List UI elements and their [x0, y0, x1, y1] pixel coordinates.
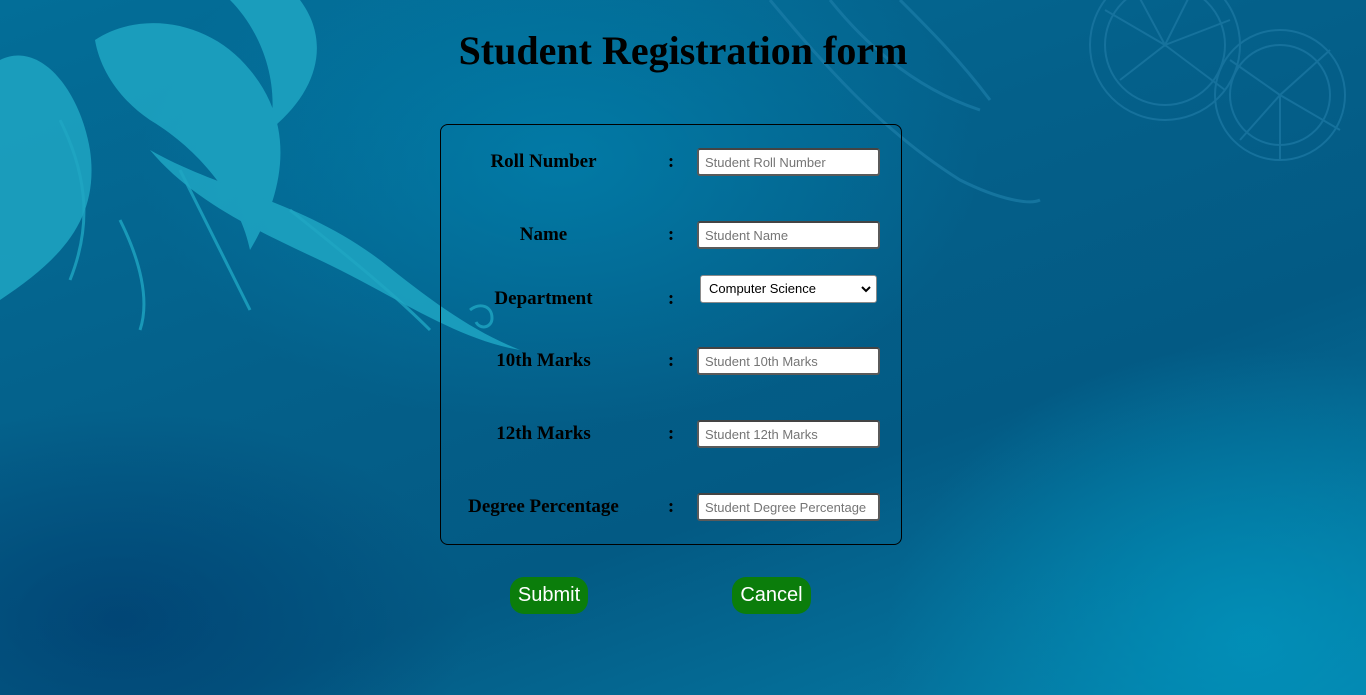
- department-separator: :: [667, 288, 675, 309]
- tenth-marks-input[interactable]: [697, 347, 880, 375]
- department-selected-value: Computer Science: [709, 281, 816, 296]
- roll-number-input[interactable]: [697, 148, 880, 176]
- degree-percentage-input[interactable]: [697, 493, 880, 521]
- twelfth-marks-separator: :: [667, 423, 675, 444]
- form-row-department: Department : Computer Science: [441, 275, 903, 314]
- department-label: Department: [494, 288, 593, 309]
- roll-number-label: Roll Number: [490, 151, 597, 172]
- twelfth-marks-input[interactable]: [697, 420, 880, 448]
- form-row-name: Name :: [441, 220, 903, 250]
- form-row-10th-marks: 10th Marks :: [441, 346, 903, 376]
- name-separator: :: [667, 224, 675, 245]
- form-row-degree-percentage: Degree Percentage :: [441, 492, 903, 522]
- cancel-button[interactable]: Cancel: [732, 577, 811, 614]
- submit-button[interactable]: Submit: [510, 577, 588, 614]
- form-row-12th-marks: 12th Marks :: [441, 419, 903, 449]
- degree-percentage-separator: :: [667, 496, 675, 517]
- chevron-down-icon: [861, 286, 871, 293]
- tenth-marks-label: 10th Marks: [496, 350, 591, 371]
- page-title: Student Registration form: [458, 28, 908, 73]
- tenth-marks-separator: :: [667, 350, 675, 371]
- department-select[interactable]: Computer Science: [700, 275, 877, 303]
- name-input[interactable]: [697, 221, 880, 249]
- name-label: Name: [519, 224, 568, 245]
- degree-percentage-label: Degree Percentage: [468, 496, 619, 517]
- form-row-roll-number: Roll Number :: [441, 147, 903, 177]
- roll-number-separator: :: [667, 151, 675, 172]
- registration-form: Roll Number : Name : Department : Comput…: [440, 124, 902, 545]
- twelfth-marks-label: 12th Marks: [496, 423, 591, 444]
